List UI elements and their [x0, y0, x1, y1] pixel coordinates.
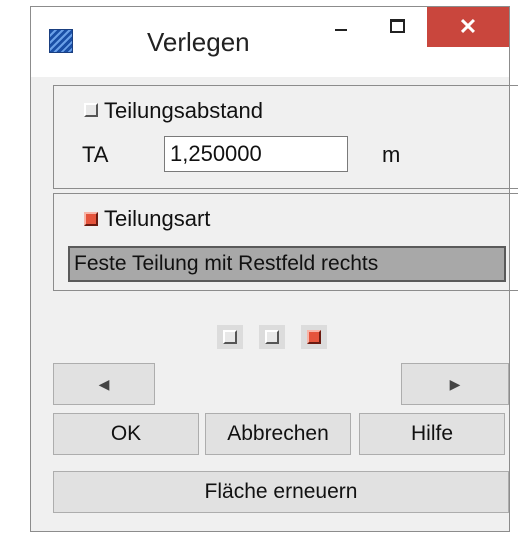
division-type-checkbox[interactable] — [84, 212, 98, 226]
maximize-icon — [390, 19, 405, 33]
close-button[interactable]: ✕ — [427, 7, 509, 47]
page-indicator-3[interactable] — [301, 325, 327, 349]
help-button[interactable]: Hilfe — [359, 413, 505, 455]
division-type-label: Teilungsart — [104, 206, 211, 231]
dialog-window: Verlegen ✕ Teilungsabstand TA m Teilungs… — [30, 6, 518, 532]
app-icon — [49, 29, 73, 53]
window-title: Verlegen — [147, 27, 250, 57]
minimize-button[interactable] — [323, 7, 357, 47]
next-button[interactable]: ▶ — [401, 363, 509, 405]
ta-label: TA — [82, 142, 109, 167]
division-type-group: Teilungsart Feste Teilung mit Restfeld r… — [53, 193, 518, 291]
spacing-group: Teilungsabstand TA m — [53, 85, 518, 189]
page-indicator-3-box — [307, 330, 321, 344]
unit-label: m — [382, 142, 401, 167]
arrow-left-icon: ◀ — [98, 375, 110, 392]
cancel-button[interactable]: Abbrechen — [205, 413, 351, 455]
ok-button[interactable]: OK — [53, 413, 199, 455]
page-indicator-1[interactable] — [217, 325, 243, 349]
previous-button[interactable]: ◀ — [53, 363, 155, 405]
spacing-checkbox[interactable] — [84, 103, 98, 117]
minimize-icon — [335, 29, 347, 31]
title-bar[interactable]: Verlegen ✕ — [31, 7, 509, 77]
maximize-button[interactable] — [375, 7, 415, 47]
close-icon: ✕ — [458, 14, 478, 39]
page-indicator-2-box — [265, 330, 279, 344]
division-type-dropdown[interactable]: Feste Teilung mit Restfeld rechts — [68, 246, 506, 282]
page-indicator-1-box — [223, 330, 237, 344]
refresh-area-button[interactable]: Fläche erneuern — [53, 471, 509, 513]
spacing-label: Teilungsabstand — [104, 98, 264, 123]
arrow-right-icon: ▶ — [449, 375, 461, 392]
page-indicator-2[interactable] — [259, 325, 285, 349]
ta-input[interactable] — [164, 136, 348, 172]
